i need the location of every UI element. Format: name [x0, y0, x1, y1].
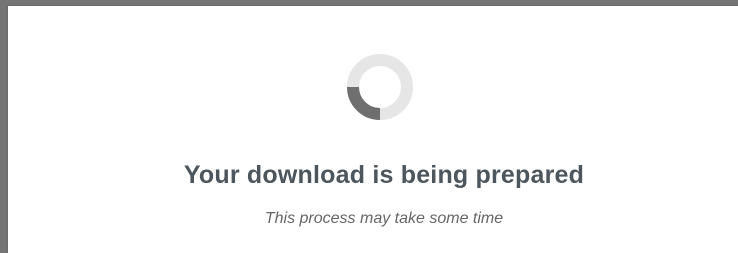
loading-spinner-icon	[347, 54, 413, 120]
dialog-subtitle: This process may take some time	[264, 210, 504, 227]
download-dialog: Your download is being prepared This pro…	[8, 6, 738, 253]
dialog-title: Your download is being prepared	[183, 161, 585, 189]
